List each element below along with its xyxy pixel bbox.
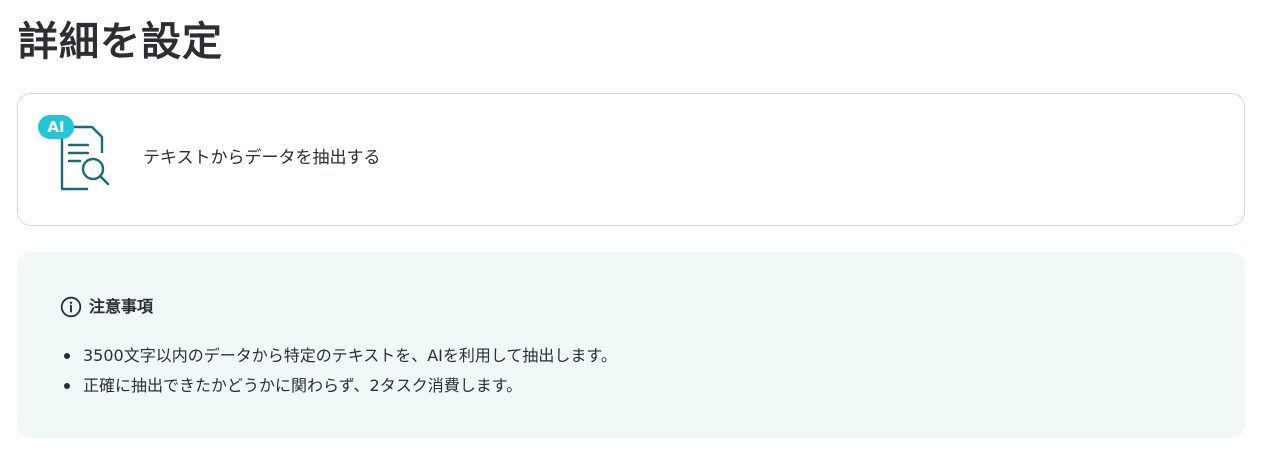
page-title: 詳細を設定 [18, 19, 223, 65]
notice-header: 注意事項 [60, 295, 153, 319]
action-label: テキストからデータを抽出する [143, 148, 381, 168]
action-icon: AI [38, 115, 118, 191]
info-icon [60, 296, 82, 318]
ai-badge: AI [38, 115, 74, 139]
notice-item-text: 3500文字以内のデータから特定のテキストを、AIを利用して抽出します。 [83, 346, 617, 365]
action-card[interactable]: AI テキストからデータを抽出する [17, 93, 1245, 226]
bullet [64, 383, 70, 389]
notice-list: 3500文字以内のデータから特定のテキストを、AIを利用して抽出します。 正確に… [61, 341, 617, 401]
bullet [64, 353, 70, 359]
notice-box: 注意事項 3500文字以内のデータから特定のテキストを、AIを利用して抽出します… [17, 252, 1245, 438]
settings-page: 詳細を設定 AI テキストからデータを抽出する 注意事項 3500文字以内のデー… [0, 0, 1261, 463]
notice-item: 正確に抽出できたかどうかに関わらず、2タスク消費します。 [61, 371, 617, 401]
notice-item-text: 正確に抽出できたかどうかに関わらず、2タスク消費します。 [83, 376, 523, 395]
notice-item: 3500文字以内のデータから特定のテキストを、AIを利用して抽出します。 [61, 341, 617, 371]
notice-title: 注意事項 [89, 297, 154, 316]
